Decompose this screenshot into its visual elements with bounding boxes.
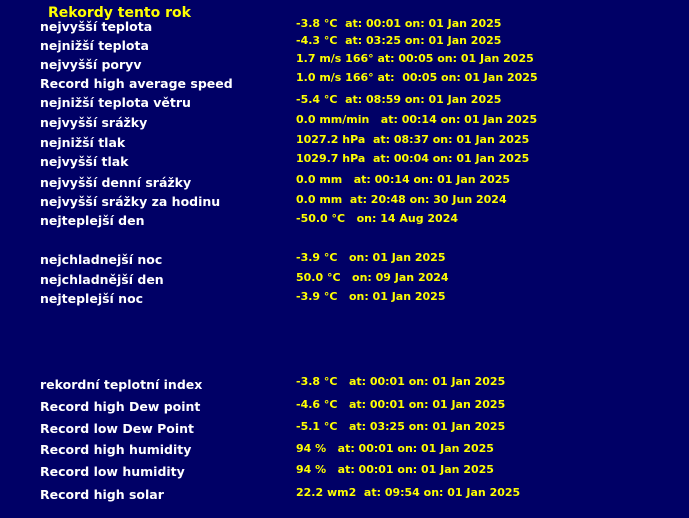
record-value-coldest-night: -3.9 °C on: 01 Jan 2025	[296, 251, 446, 264]
record-label-highest-temperature: nejvyšší teplota	[40, 19, 153, 34]
record-value-high-humidity: 94 % at: 00:01 on: 01 Jan 2025	[296, 442, 494, 455]
record-label-coldest-day: nejchladnější den	[40, 272, 164, 287]
record-value-highest-pressure: 1029.7 hPa at: 00:04 on: 01 Jan 2025	[296, 152, 530, 165]
record-label-warmest-night: nejteplejší noc	[40, 291, 144, 306]
record-value-highest-daily-rain: 0.0 mm at: 00:14 on: 01 Jan 2025	[296, 173, 511, 186]
record-label-highest-daily-rain: nejvyšší denní srážky	[40, 175, 192, 190]
record-label-high-average-speed: Record high average speed	[40, 76, 233, 91]
record-value-high-dew-point: -4.6 °C at: 00:01 on: 01 Jan 2025	[296, 398, 506, 411]
record-value-lowest-wind-chill: -5.4 °C at: 08:59 on: 01 Jan 2025	[296, 93, 502, 106]
record-label-lowest-wind-chill: nejnižší teplota větru	[40, 95, 191, 110]
record-value-highest-gust: 1.7 m/s 166° at: 00:05 on: 01 Jan 2025	[296, 52, 534, 65]
record-label-highest-pressure: nejvyšší tlak	[40, 154, 129, 169]
record-label-lowest-pressure: nejnižší tlak	[40, 135, 126, 150]
record-value-highest-rain-rate: 0.0 mm/min at: 00:14 on: 01 Jan 2025	[296, 113, 538, 126]
record-label-heat-index: rekordní teplotní index	[40, 377, 203, 392]
record-label-coldest-night: nejchladnejší noc	[40, 252, 163, 267]
record-label-low-humidity: Record low humidity	[40, 464, 185, 479]
record-value-highest-hourly-rain: 0.0 mm at: 20:48 on: 30 Jun 2024	[296, 193, 507, 206]
record-label-high-dew-point: Record high Dew point	[40, 399, 201, 414]
record-label-highest-gust: nejvyšší poryv	[40, 57, 142, 72]
record-value-coldest-day: 50.0 °C on: 09 Jan 2024	[296, 271, 449, 284]
record-value-heat-index: -3.8 °C at: 00:01 on: 01 Jan 2025	[296, 375, 506, 388]
record-value-low-dew-point: -5.1 °C at: 03:25 on: 01 Jan 2025	[296, 420, 506, 433]
record-label-highest-rain-rate: nejvyšší srážky	[40, 115, 148, 130]
records-page: { "page": { "title": "Rekordy tento rok"…	[0, 0, 689, 518]
record-value-highest-temperature: -3.8 °C at: 00:01 on: 01 Jan 2025	[296, 17, 502, 30]
record-value-warmest-night: -3.9 °C on: 01 Jan 2025	[296, 290, 446, 303]
record-label-low-dew-point: Record low Dew Point	[40, 421, 194, 436]
record-value-high-solar: 22.2 wm2 at: 09:54 on: 01 Jan 2025	[296, 486, 521, 499]
record-value-warmest-day: -50.0 °C on: 14 Aug 2024	[296, 212, 459, 225]
record-value-low-humidity: 94 % at: 00:01 on: 01 Jan 2025	[296, 463, 494, 476]
record-label-high-solar: Record high solar	[40, 487, 164, 502]
record-value-lowest-temperature: -4.3 °C at: 03:25 on: 01 Jan 2025	[296, 34, 502, 47]
record-value-high-average-speed: 1.0 m/s 166° at: 00:05 on: 01 Jan 2025	[296, 71, 538, 84]
record-label-high-humidity: Record high humidity	[40, 442, 192, 457]
record-value-lowest-pressure: 1027.2 hPa at: 08:37 on: 01 Jan 2025	[296, 133, 530, 146]
record-label-highest-hourly-rain: nejvyšší srážky za hodinu	[40, 194, 221, 209]
record-label-lowest-temperature: nejnižší teplota	[40, 38, 149, 53]
record-label-warmest-day: nejteplejší den	[40, 213, 145, 228]
